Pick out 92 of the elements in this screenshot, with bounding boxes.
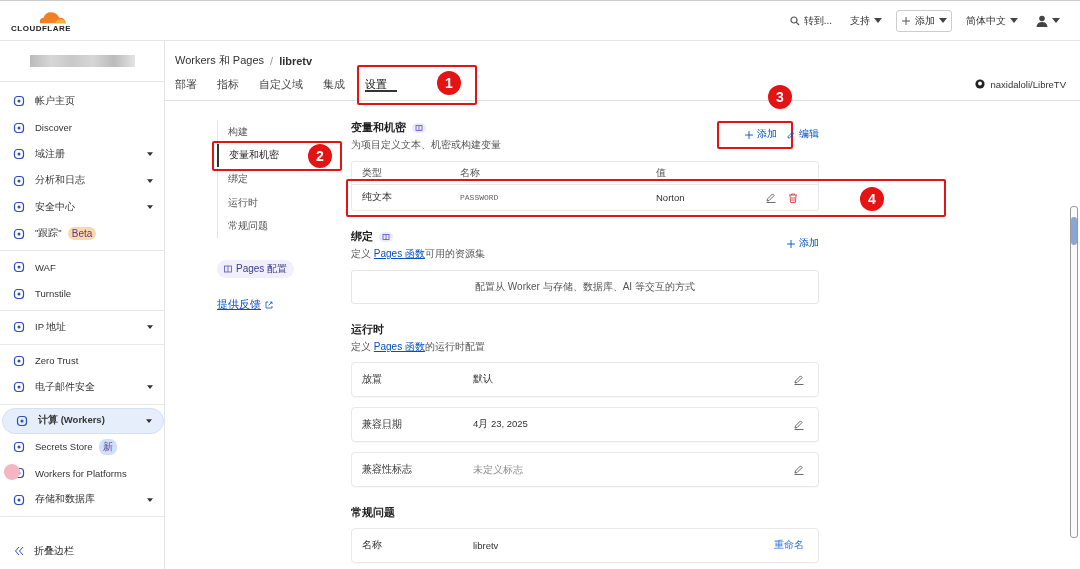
- double-chevron-icon: [14, 546, 24, 556]
- section-description: 定义 Pages 函数可用的资源集: [351, 247, 485, 261]
- section-description: 为项目定义文本、机密或构建变量: [351, 138, 501, 152]
- setting-label: 名称: [362, 539, 383, 552]
- section-nav-item[interactable]: 构建: [218, 120, 248, 144]
- column-header: 值: [656, 166, 667, 180]
- sidebar-item[interactable]: IP 地址: [0, 314, 164, 341]
- sidebar-item[interactable]: 电子邮件安全: [0, 374, 164, 401]
- section-title: 绑定: [351, 229, 373, 244]
- tab[interactable]: 自定义域: [259, 76, 313, 92]
- sidebar-item[interactable]: Turnstile: [0, 280, 164, 307]
- setting-label: 兼容性标志: [362, 463, 413, 476]
- pencil-icon[interactable]: [766, 192, 776, 203]
- breadcrumb-current: libretv: [279, 54, 313, 67]
- logo-text: CLOUDFLARE: [11, 23, 72, 33]
- menu-dropdown-button[interactable]: 支持: [846, 10, 886, 31]
- rename-link[interactable]: 重命名: [774, 539, 804, 552]
- sidebar-item[interactable]: 存储和数据库: [0, 486, 164, 513]
- sidebar-item[interactable]: "跟踪" Beta: [0, 220, 164, 247]
- repository-link[interactable]: naxidaloli/LibreTV: [975, 78, 1066, 90]
- add-dropdown-button[interactable]: 添加: [896, 9, 952, 32]
- setting-value: libretv: [473, 540, 500, 551]
- empty-state-text: 配置从 Worker 与存储、数据库、AI 等交互的方式: [475, 280, 695, 294]
- setting-label: 放置: [362, 373, 383, 386]
- setting-value: 4月 23, 2025: [473, 418, 529, 431]
- caret-icon: [1010, 18, 1018, 23]
- tab[interactable]: 设置: [365, 76, 397, 92]
- docs-badge-link[interactable]: Pages 配置: [217, 259, 295, 278]
- sidebar-item[interactable]: 分析和日志: [0, 167, 164, 194]
- section-nav-item[interactable]: 常规问题: [218, 214, 268, 238]
- breadcrumb-link[interactable]: Workers 和 Pages: [175, 53, 265, 68]
- plus-icon: [787, 239, 795, 248]
- table-cell-text: Norton: [656, 192, 686, 203]
- sidebar-item[interactable]: Zero Trust: [0, 347, 164, 374]
- collapse-sidebar-button[interactable]: 折叠边栏: [0, 533, 164, 569]
- trash-icon[interactable]: [788, 192, 798, 203]
- setting-value: 默认: [473, 373, 494, 386]
- section-nav-item[interactable]: 运行时: [218, 190, 258, 215]
- status-badge: Beta: [67, 227, 97, 241]
- book-icon: [379, 231, 393, 242]
- feedback-link[interactable]: 提供反馈: [217, 297, 273, 312]
- scrollbar[interactable]: [1070, 206, 1078, 538]
- annotation-number: 3: [768, 85, 792, 109]
- section-description: 定义 Pages 函数的运行时配置: [351, 340, 486, 354]
- search-icon: [789, 15, 800, 26]
- tab[interactable]: 指标: [217, 76, 249, 92]
- pencil-icon[interactable]: [794, 464, 804, 475]
- add-button[interactable]: 添加: [787, 237, 819, 250]
- sidebar-item[interactable]: 计算 (Workers): [2, 407, 164, 434]
- pencil-icon: [787, 130, 795, 139]
- column-header: 名称: [460, 166, 481, 180]
- sidebar-item[interactable]: Secrets Store 新: [0, 433, 164, 460]
- annotation-number: 1: [437, 70, 461, 95]
- sidebar-item[interactable]: Discover: [0, 114, 164, 141]
- table-cell-text: 纯文本: [362, 191, 393, 204]
- sidebar-item[interactable]: 帐户主页: [0, 88, 164, 115]
- book-icon: [224, 264, 232, 273]
- section-nav-item[interactable]: 绑定: [218, 167, 248, 191]
- floating-bubble-icon: [4, 464, 20, 480]
- table-cell-text: PASSWORD: [460, 193, 500, 202]
- section-title: 变量和机密: [351, 120, 406, 135]
- pencil-icon[interactable]: [794, 419, 804, 430]
- tab[interactable]: 集成: [323, 76, 355, 92]
- edit-button[interactable]: 编辑: [787, 128, 819, 141]
- breadcrumb-separator: /: [270, 54, 274, 67]
- tab[interactable]: 部署: [175, 76, 207, 92]
- section-title: 运行时: [351, 322, 385, 337]
- setting-label: 兼容日期: [362, 418, 403, 431]
- section-title: 常规问题: [351, 505, 396, 520]
- annotation-number: 4: [860, 187, 884, 211]
- caret-icon: [874, 18, 882, 23]
- pencil-icon[interactable]: [794, 374, 804, 385]
- sidebar-item[interactable]: 安全中心: [0, 194, 164, 221]
- status-badge: 新: [98, 438, 117, 455]
- book-icon: [412, 122, 426, 133]
- menu-dropdown-button[interactable]: 简体中文: [962, 10, 1022, 31]
- column-header: 类型: [362, 166, 383, 180]
- caret-icon: [1052, 18, 1060, 23]
- sidebar-item[interactable]: 域注册: [0, 141, 164, 168]
- add-button[interactable]: 添加: [745, 128, 777, 141]
- search-button[interactable]: 转到...: [785, 10, 836, 31]
- caret-icon: [939, 18, 947, 23]
- pages-functions-link[interactable]: Pages 函数: [373, 248, 425, 259]
- setting-value: 未定义标志: [473, 462, 524, 477]
- section-nav-item[interactable]: 变量和机密: [217, 143, 279, 168]
- pages-functions-link[interactable]: Pages 函数: [373, 341, 425, 352]
- plus-icon: [745, 130, 753, 139]
- annotation-number: 2: [308, 143, 332, 168]
- external-link-icon: [265, 300, 273, 309]
- user-icon: [1036, 14, 1048, 27]
- sidebar-item[interactable]: WAF: [0, 254, 164, 281]
- plus-icon: [901, 15, 911, 26]
